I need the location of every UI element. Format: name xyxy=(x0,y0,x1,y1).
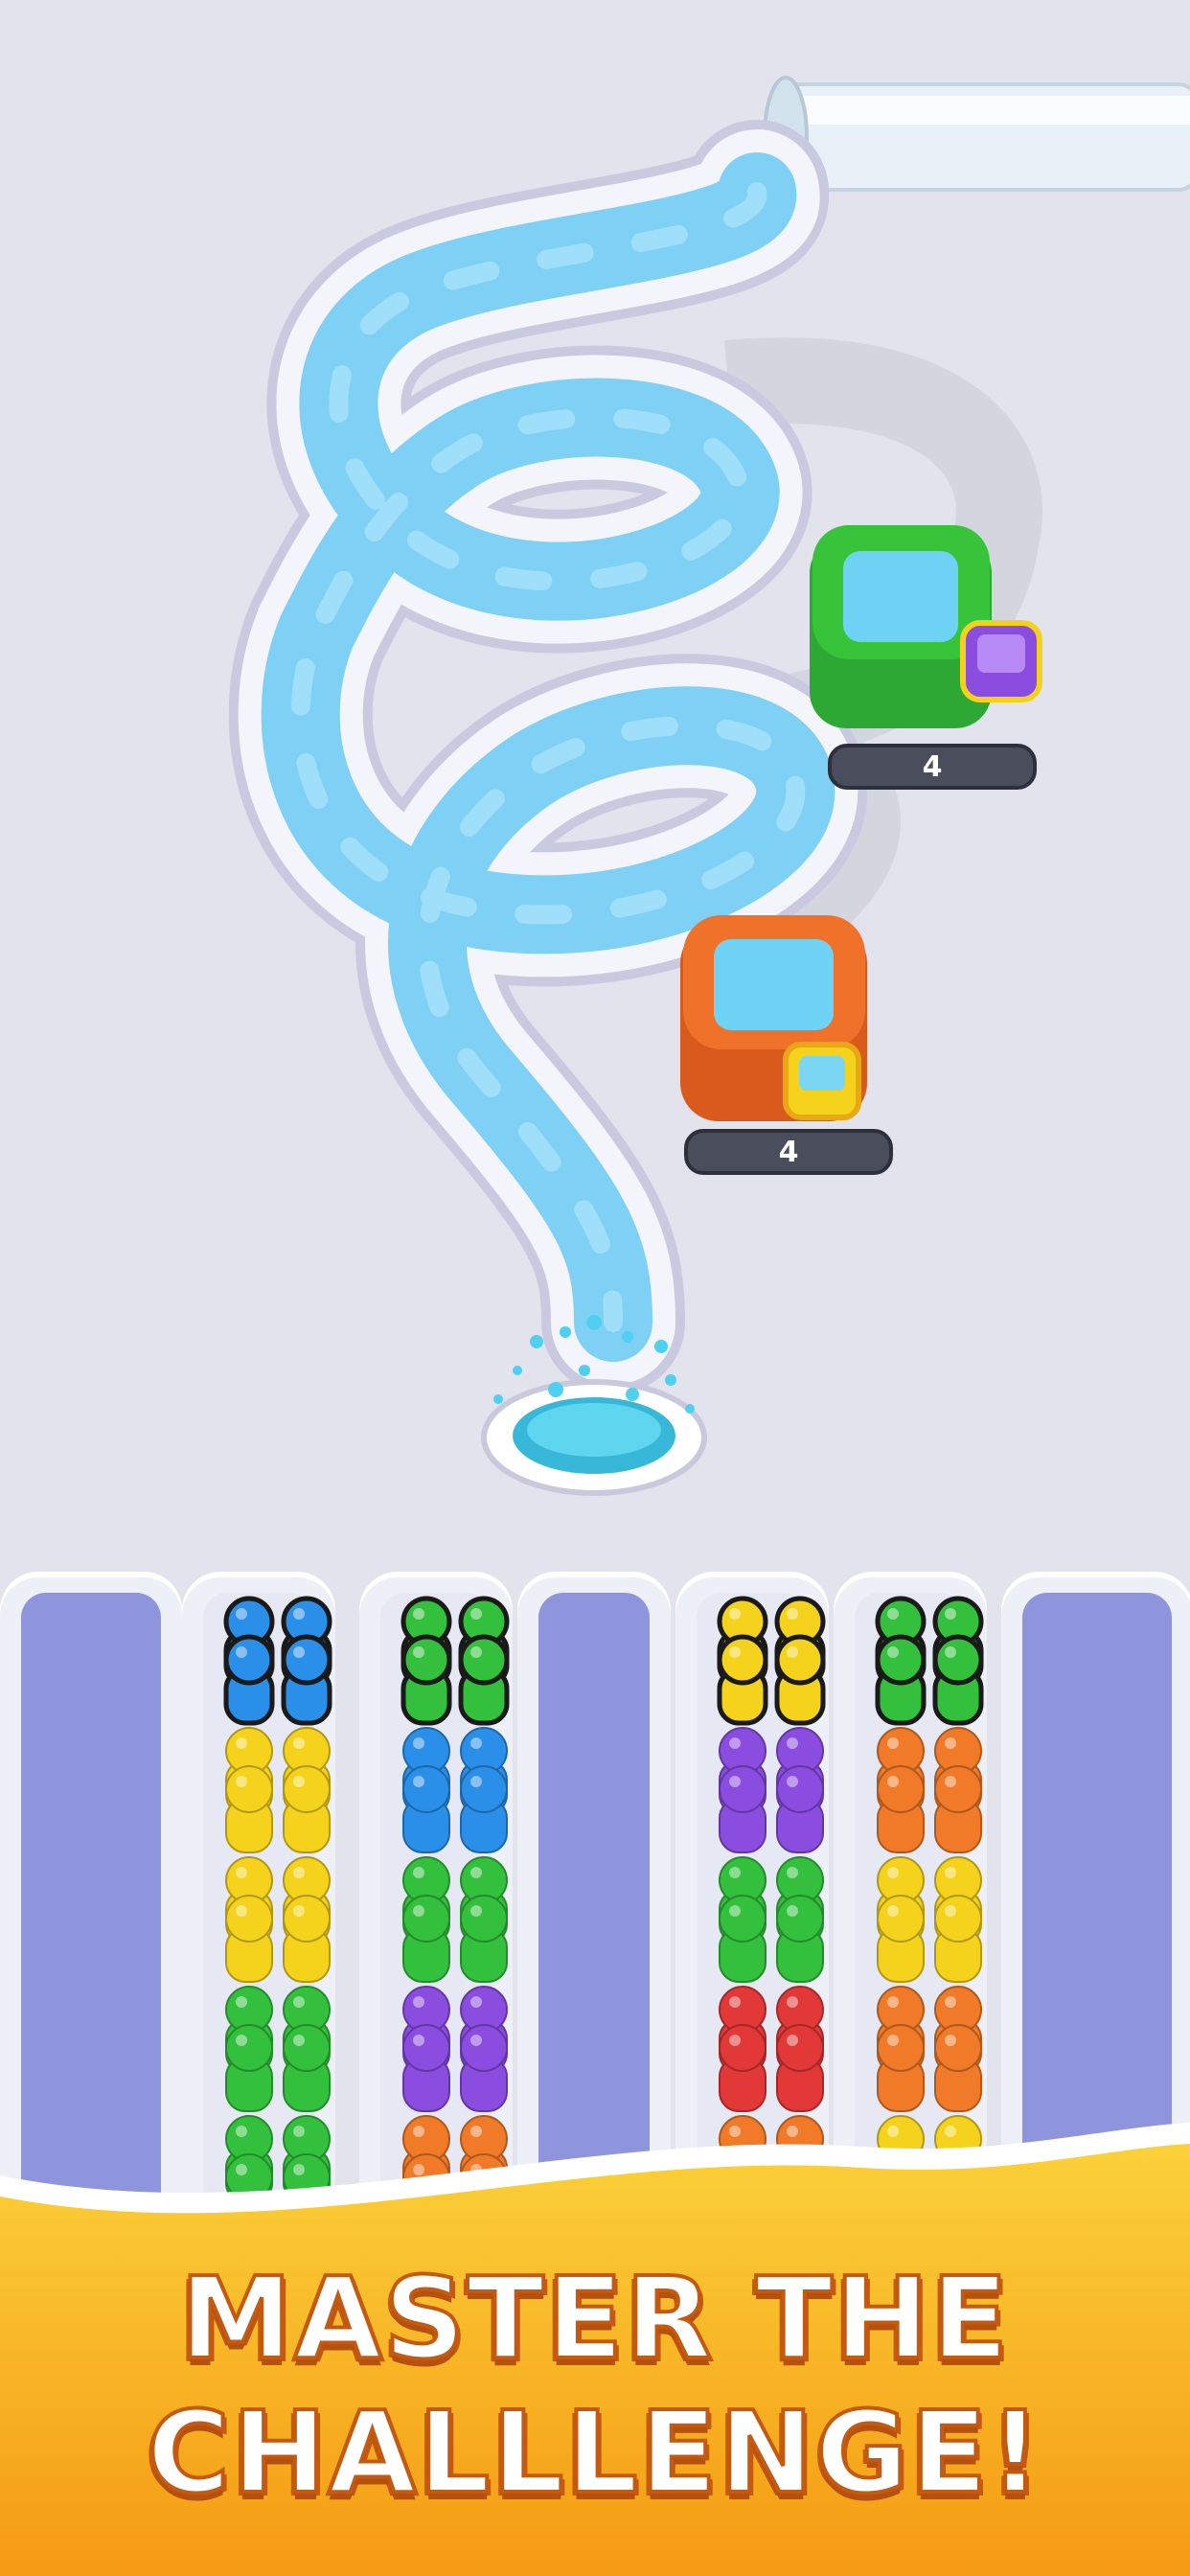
stickman-crowd-icon xyxy=(402,1727,508,1853)
stickman-crowd-icon xyxy=(225,1727,331,1853)
stickman-crowd-icon xyxy=(402,1986,508,2112)
stickman-group-blue[interactable] xyxy=(211,1593,332,1726)
stickman-crowd-icon xyxy=(225,1986,331,2112)
stickman-group-green xyxy=(211,1981,331,2112)
banner-line-1: MASTER THE xyxy=(178,2250,1011,2386)
green-bucket-counter: 4 xyxy=(828,744,1037,790)
stickman-group-orange xyxy=(862,1722,982,1853)
stickman-group-yellow[interactable] xyxy=(704,1593,826,1726)
stickman-group-green[interactable] xyxy=(388,1593,510,1726)
stickman-group-yellow xyxy=(862,1852,982,1983)
stickman-group-green[interactable] xyxy=(862,1593,984,1726)
stickman-crowd-icon xyxy=(719,1856,824,1983)
stickman-crowd-icon xyxy=(877,1727,982,1853)
stickman-crowd-icon xyxy=(877,1856,982,1983)
game-scene: 4 4 MASTER THE CHALLLENGE! xyxy=(0,0,1190,2576)
stickman-crowd-icon xyxy=(877,1986,982,2112)
stickman-group-blue xyxy=(388,1722,508,1853)
stickman-crowd-icon xyxy=(400,1596,510,1726)
drain-hole xyxy=(481,1379,707,1496)
stickman-crowd-icon xyxy=(402,1856,508,1983)
stickman-crowd-icon xyxy=(223,1596,332,1726)
stickman-group-green xyxy=(704,1852,824,1983)
green-bucket-count: 4 xyxy=(922,749,943,784)
stickman-group-red xyxy=(704,1981,824,2112)
orange-bucket[interactable] xyxy=(680,915,867,1121)
stickman-crowd-icon xyxy=(225,1856,331,1983)
banner-line-2: CHALLLENGE! xyxy=(146,2384,1043,2520)
stickman-crowd-icon xyxy=(875,1596,984,1726)
stickman-group-yellow xyxy=(211,1722,331,1853)
stickman-group-orange xyxy=(862,1981,982,2112)
stickman-crowd-icon xyxy=(719,1986,824,2112)
stickman-crowd-icon xyxy=(717,1596,826,1726)
stickman-group-green xyxy=(388,1852,508,1983)
orange-bucket-count: 4 xyxy=(778,1135,799,1169)
orange-bucket-counter: 4 xyxy=(684,1129,893,1175)
stickman-group-purple xyxy=(704,1722,824,1853)
promo-banner: MASTER THE CHALLLENGE! xyxy=(0,2108,1190,2576)
inlet-pipe xyxy=(763,76,1190,198)
stickman-group-purple xyxy=(388,1981,508,2112)
stickman-group-yellow xyxy=(211,1852,331,1983)
stickman-crowd-icon xyxy=(719,1727,824,1853)
